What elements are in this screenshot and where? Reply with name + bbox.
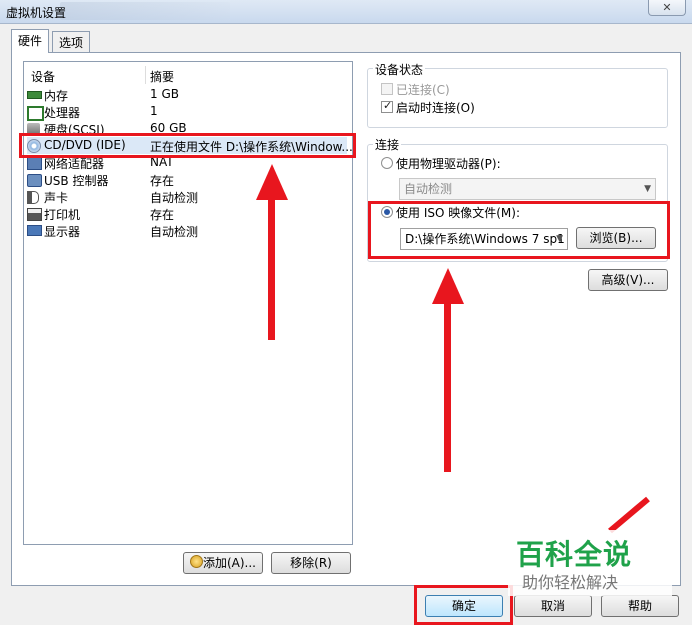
connection-title: 连接	[373, 136, 402, 153]
connect-on-power-label: 启动时连接(O)	[396, 101, 475, 115]
device-row[interactable]: 声卡 自动检测	[27, 188, 347, 205]
device-summary: 1 GB	[150, 87, 179, 101]
device-name: 声卡	[44, 191, 69, 205]
physical-drive-value: 自动检测	[404, 182, 453, 196]
device-row[interactable]: USB 控制器 存在	[27, 171, 347, 188]
device-summary: 自动检测	[150, 225, 199, 239]
cancel-button[interactable]: 取消	[514, 595, 592, 617]
device-summary: 自动检测	[150, 191, 199, 205]
memory-icon	[27, 91, 42, 99]
watermark-brand: 百科全说	[516, 538, 633, 571]
connect-on-power-checkbox[interactable]: ✓	[381, 99, 393, 113]
display-icon	[27, 225, 42, 236]
add-button[interactable]: 添加(A)...	[183, 552, 263, 574]
device-summary: 存在	[150, 208, 175, 222]
processor-icon	[27, 106, 44, 121]
network-adapter-icon	[27, 157, 42, 170]
close-button[interactable]: ✕	[648, 0, 686, 16]
usb-icon	[27, 174, 42, 187]
title-bar-blur	[60, 2, 230, 20]
arrow-shaft-right	[444, 300, 451, 472]
device-status-title: 设备状态	[373, 61, 426, 78]
help-button[interactable]: 帮助	[601, 595, 679, 617]
highlight-cd-dvd-row	[19, 133, 356, 158]
add-button-label: 添加(A)...	[202, 556, 257, 570]
column-header-summary[interactable]: 摘要	[150, 68, 174, 85]
device-name: 处理器	[44, 106, 81, 120]
window-title: 虚拟机设置	[6, 6, 67, 20]
column-header-device[interactable]: 设备	[31, 68, 55, 85]
sound-card-icon	[27, 191, 39, 204]
physical-drive-radio[interactable]	[381, 157, 393, 169]
arrow-up-icon	[432, 268, 464, 304]
device-name: 显示器	[44, 225, 81, 239]
arrow-shaft-left	[268, 195, 275, 340]
arrow-diagonal-fragment	[608, 496, 650, 534]
arrow-up-icon	[256, 164, 288, 200]
watermark-tagline: 助你轻松解决	[522, 573, 619, 592]
checkmark-icon: ✓	[383, 99, 393, 112]
device-summary: 存在	[150, 174, 175, 188]
highlight-iso-option	[368, 201, 670, 259]
tab-hardware[interactable]: 硬件	[11, 29, 50, 53]
chevron-down-icon: ▼	[644, 184, 651, 194]
remove-button[interactable]: 移除(R)	[271, 552, 351, 574]
device-row[interactable]: 显示器 自动检测	[27, 222, 347, 239]
tab-options[interactable]: 选项	[52, 31, 91, 52]
connected-label: 已连接(C)	[396, 83, 450, 97]
column-divider	[145, 66, 146, 84]
device-name: 内存	[44, 89, 69, 103]
device-row[interactable]: 打印机 存在	[27, 205, 347, 222]
device-name: USB 控制器	[44, 174, 109, 188]
device-row[interactable]: 处理器 1	[27, 103, 347, 121]
shield-icon	[189, 555, 203, 568]
printer-icon	[27, 208, 42, 221]
physical-drive-select[interactable]: 自动检测 ▼	[399, 178, 656, 200]
advanced-button[interactable]: 高级(V)...	[588, 269, 668, 291]
device-name: 打印机	[44, 208, 81, 222]
highlight-ok-button	[414, 585, 513, 625]
device-summary: 1	[150, 104, 158, 118]
connected-checkbox[interactable]	[381, 83, 393, 95]
physical-drive-label: 使用物理驱动器(P):	[396, 157, 501, 171]
device-row[interactable]: 内存 1 GB	[27, 86, 347, 103]
